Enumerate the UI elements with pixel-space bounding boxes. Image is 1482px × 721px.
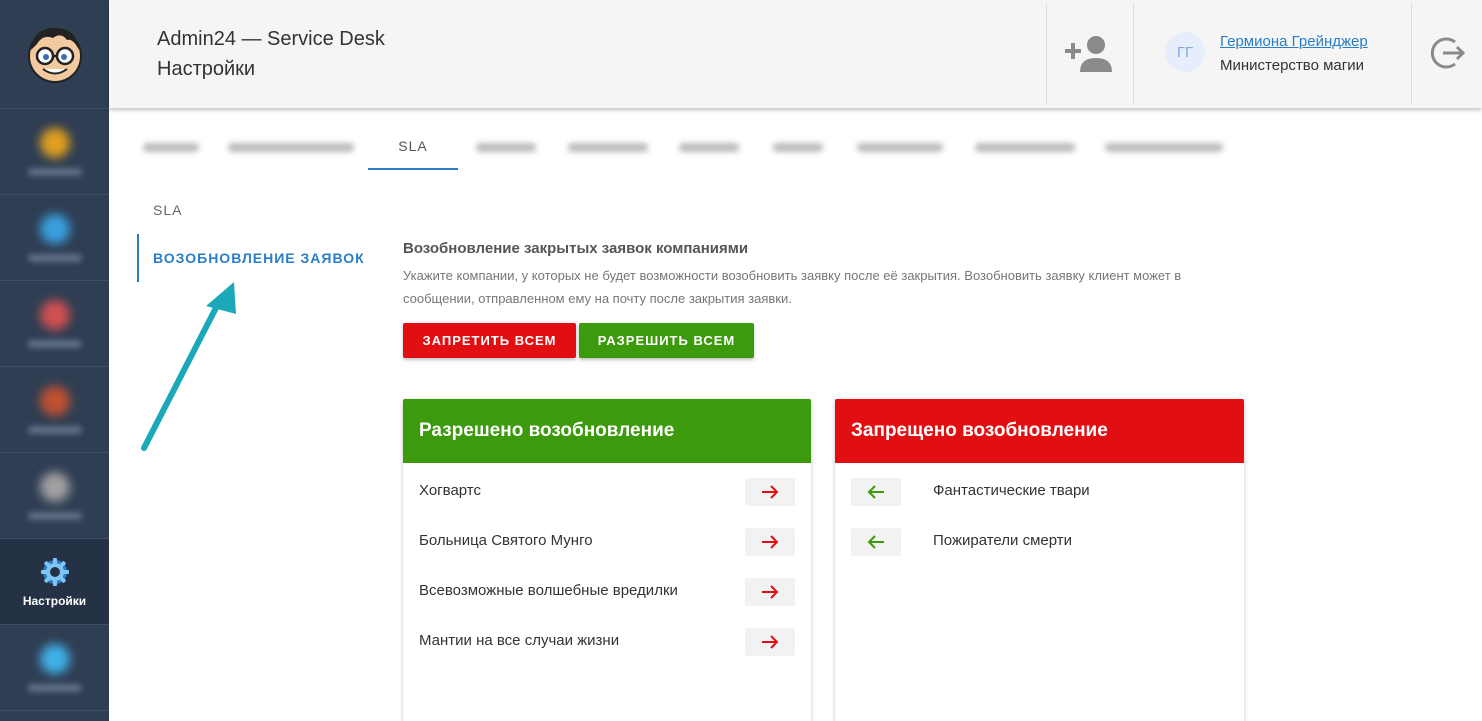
list-item: Мантии на все случаи жизни [403,615,811,665]
company-name: Хогвартс [419,481,482,499]
settings-submenu: SLA ВОЗОБНОВЛЕНИЕ ЗАЯВОК [137,186,367,282]
blurred-label [27,425,82,434]
blurred-label [27,167,82,176]
section-title: Возобновление закрытых заявок компаниями [403,240,749,257]
denied-panel: Запрещено возобновление Фантастические т… [835,399,1244,721]
sidebar-item-7[interactable] [0,625,109,711]
annotation-arrow-icon [141,282,236,451]
tab-blurred[interactable] [213,124,368,170]
arrow-right-icon [762,635,779,649]
gear-icon [40,557,69,586]
allow-all-button[interactable]: РАЗРЕШИТЬ ВСЕМ [579,323,754,358]
company-name: Фантастические твари [933,481,1090,499]
app-logo[interactable] [0,0,109,109]
sidebar-item-1[interactable] [0,109,109,195]
sidebar-item-2[interactable] [0,195,109,281]
sidebar-item-label: Настройки [22,593,87,608]
list-item: Пожиратели смерти [835,515,1244,565]
add-user-icon[interactable] [1065,34,1115,74]
blurred-label [27,253,82,262]
blurred-icon [39,127,70,158]
submenu-item-sla[interactable]: SLA [137,186,367,234]
deny-all-button[interactable]: ЗАПРЕТИТЬ ВСЕМ [403,323,576,358]
header-divider [1411,4,1412,104]
company-name: Всевозможные волшебные вредилки [419,581,678,599]
header-divider [1046,4,1047,104]
tab-blurred[interactable] [663,124,755,170]
tab-blurred[interactable] [840,124,960,170]
list-item: Всевозможные волшебные вредилки [403,565,811,615]
sidebar: Настройки [0,0,109,721]
tab-blurred[interactable] [128,124,213,170]
arrow-right-icon [762,535,779,549]
arrow-left-icon [867,535,884,549]
tab-blurred[interactable] [458,124,553,170]
sidebar-item-3[interactable] [0,281,109,367]
page-title: Настройки [157,58,256,80]
blurred-icon [39,643,70,674]
top-header: Admin24 — Service Desk Настройки ГГ Герм… [109,0,1482,108]
blurred-icon [39,213,70,244]
user-organization: Министерство магии [1220,57,1364,74]
blurred-label [27,339,82,348]
move-to-denied-button[interactable] [745,528,795,556]
allowed-panel-title: Разрешено возобновление [403,399,811,463]
tab-blurred[interactable] [755,124,840,170]
move-to-allowed-button[interactable] [851,478,901,506]
list-item: Фантастические твари [835,465,1244,515]
section-description: Укажите компании, у которых не будет воз… [403,268,1182,306]
sidebar-item-4[interactable] [0,367,109,453]
move-to-allowed-button[interactable] [851,528,901,556]
tab-sla[interactable]: SLA [368,124,458,170]
move-to-denied-button[interactable] [745,628,795,656]
arrow-left-icon [867,485,884,499]
blurred-icon [39,385,70,416]
company-name: Пожиратели смерти [933,531,1072,549]
arrow-right-icon [762,485,779,499]
tab-blurred[interactable] [553,124,663,170]
avatar[interactable]: ГГ [1165,32,1205,72]
tab-blurred[interactable] [960,124,1090,170]
settings-tabs: SLA [128,124,1238,170]
user-name-link[interactable]: Гермиона Грейнджер [1220,33,1368,50]
tab-blurred[interactable] [1090,124,1238,170]
list-item: Больница Святого Мунго [403,515,811,565]
blurred-icon [39,299,70,330]
company-name: Больница Святого Мунго [419,531,593,549]
logout-icon[interactable] [1429,34,1467,72]
company-name: Мантии на все случаи жизни [419,631,620,649]
arrow-right-icon [762,585,779,599]
allowed-panel: Разрешено возобновление Хогвартс Больниц… [403,399,811,721]
move-to-denied-button[interactable] [745,478,795,506]
blurred-label [27,683,82,692]
denied-panel-title: Запрещено возобновление [835,399,1244,463]
blurred-label [27,511,82,520]
avatar-face-icon [27,28,82,83]
sidebar-item-5[interactable] [0,453,109,539]
blurred-icon [39,471,70,502]
header-divider [1133,4,1134,104]
sidebar-item-settings[interactable]: Настройки [0,539,109,625]
move-to-denied-button[interactable] [745,578,795,606]
app-title: Admin24 — Service Desk [157,28,385,50]
list-item: Хогвартс [403,465,811,515]
